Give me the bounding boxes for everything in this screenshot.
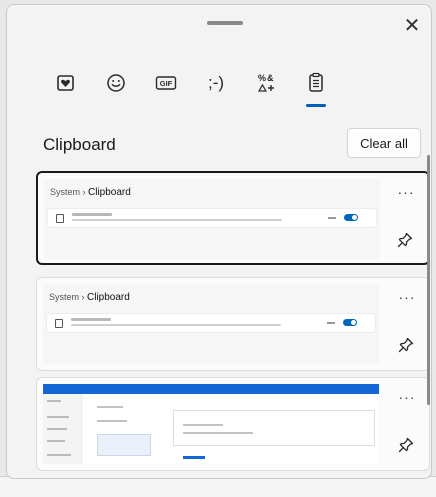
pin-icon[interactable]: [396, 231, 414, 249]
background-window-strip: [0, 476, 436, 497]
symbols-icon: % &: [257, 73, 274, 92]
tab-symbols[interactable]: % &: [241, 65, 291, 101]
settings-screenshot-thumbnail: System › Clipboard: [44, 179, 380, 259]
more-options-button[interactable]: ···: [397, 290, 417, 306]
clear-all-button[interactable]: Clear all: [347, 128, 421, 158]
gif-icon: GIF: [155, 76, 177, 90]
desktop-background: ✕ GIF ;-) % & Clipboard Clear all System…: [0, 0, 436, 497]
pin-icon[interactable]: [397, 336, 415, 354]
thumbnail-breadcrumb: System › Clipboard: [49, 292, 130, 303]
tab-favorites[interactable]: [41, 65, 91, 101]
tab-emoji[interactable]: [91, 65, 141, 101]
settings-screenshot-thumbnail: System › Clipboard: [43, 284, 379, 364]
scrollbar[interactable]: [426, 155, 430, 475]
smiley-icon: [107, 74, 125, 92]
app-screenshot-thumbnail: [43, 384, 379, 464]
more-options-button[interactable]: ···: [397, 390, 417, 406]
svg-text:&: &: [267, 73, 274, 83]
tab-gif[interactable]: GIF: [141, 65, 191, 101]
more-options-button[interactable]: ···: [396, 185, 416, 201]
scrollbar-thumb[interactable]: [427, 155, 430, 405]
tab-kaomoji[interactable]: ;-): [191, 65, 241, 101]
close-button[interactable]: ✕: [401, 15, 423, 37]
category-tabs: GIF ;-) % &: [41, 65, 341, 107]
thumbnail-toggle: [344, 214, 358, 221]
kaomoji-icon: ;-): [207, 73, 225, 92]
thumbnail-setting-row: [47, 314, 375, 332]
svg-text:%: %: [258, 73, 266, 83]
thumbnail-setting-row: [48, 209, 376, 227]
clipboard-item[interactable]: ···: [36, 377, 430, 471]
thumbnail-breadcrumb: System › Clipboard: [50, 187, 131, 198]
pin-icon[interactable]: [397, 436, 415, 454]
clipboard-item[interactable]: System › Clipboard ···: [36, 171, 430, 265]
clipboard-item[interactable]: System › Clipboard ···: [36, 277, 430, 371]
thumbnail-toggle: [343, 319, 357, 326]
clipboard-icon: [309, 72, 323, 92]
active-tab-indicator: [306, 104, 326, 107]
section-title: Clipboard: [43, 135, 116, 154]
heart-square-icon: [57, 75, 74, 91]
emoji-clipboard-panel: ✕ GIF ;-) % & Clipboard Clear all System…: [6, 4, 432, 479]
tab-clipboard[interactable]: [291, 65, 341, 107]
svg-text:GIF: GIF: [160, 79, 173, 88]
drag-handle[interactable]: [207, 21, 243, 25]
